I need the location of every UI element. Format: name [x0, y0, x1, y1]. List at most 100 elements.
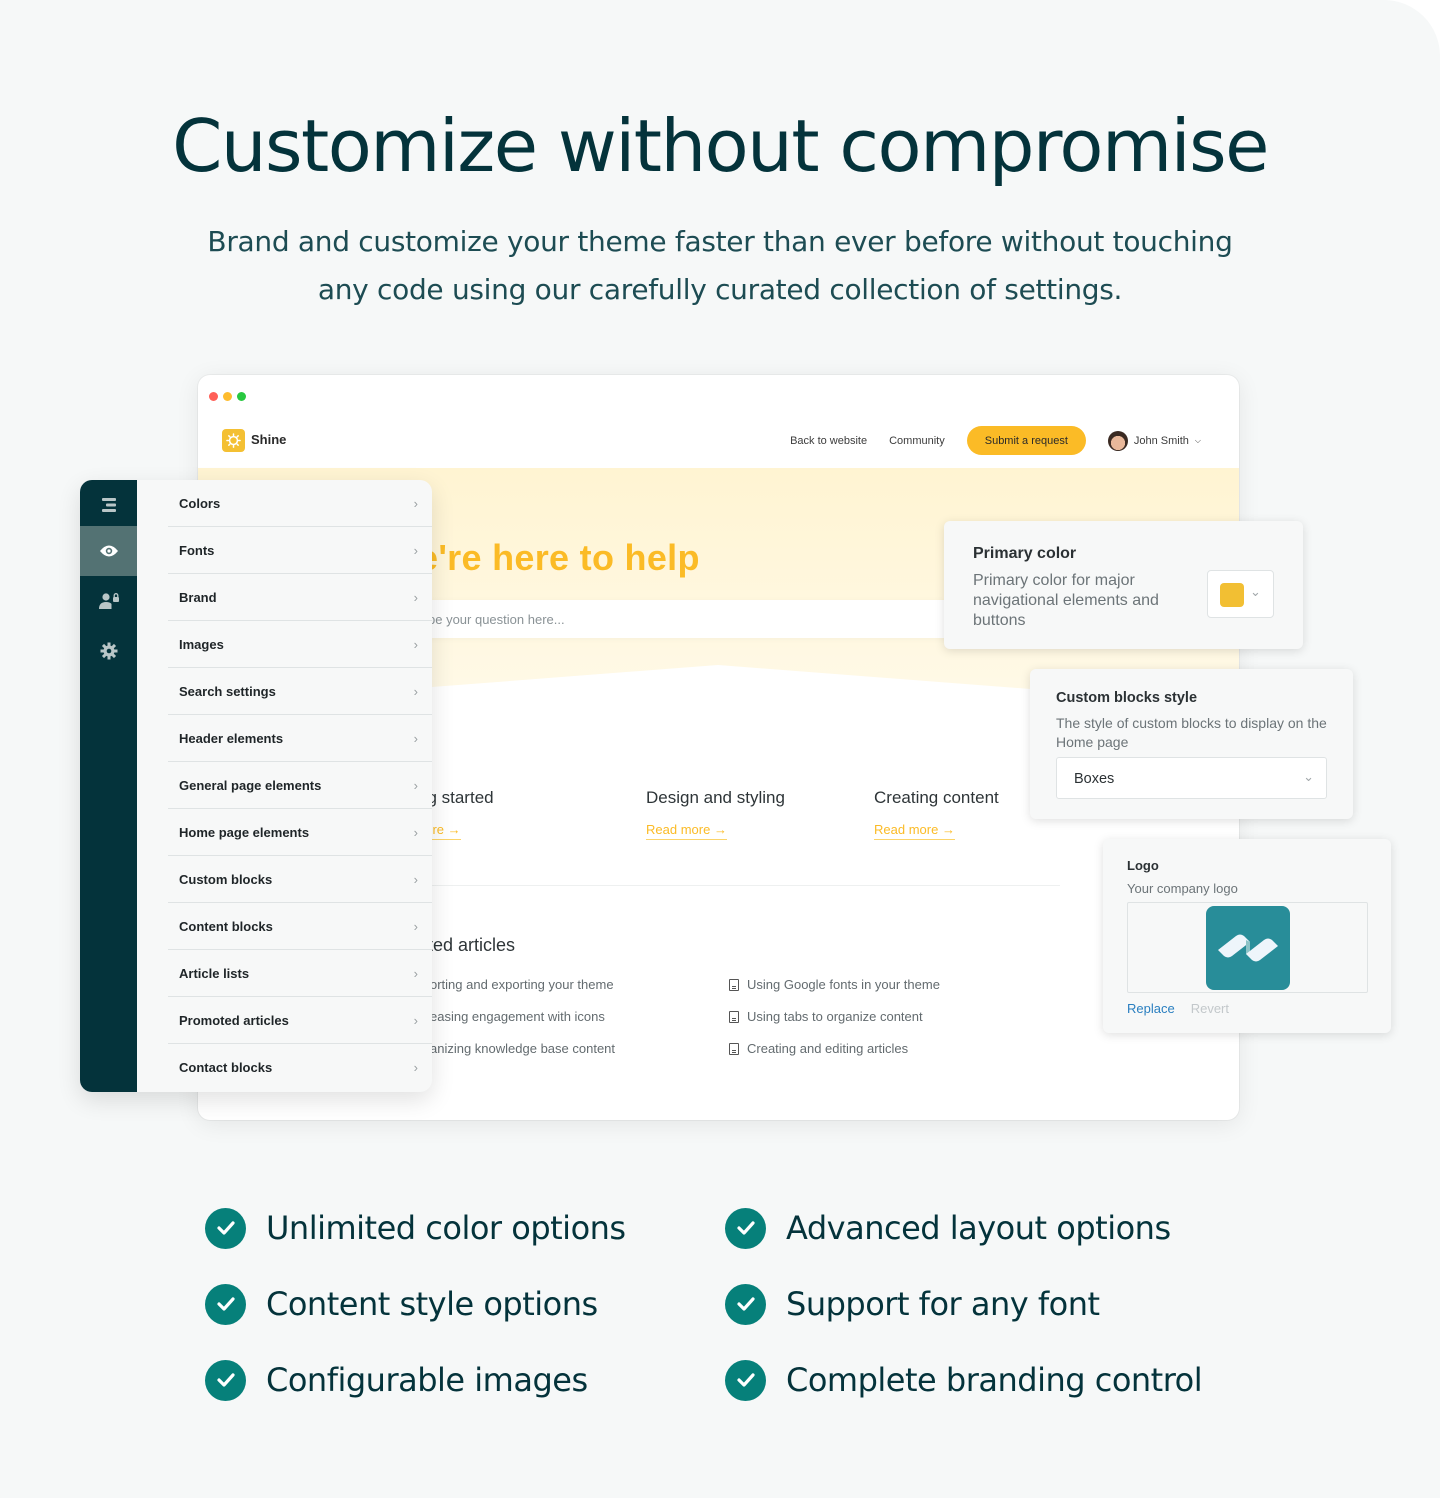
check-circle-icon [205, 1359, 246, 1401]
article-link[interactable]: anizing knowledge base content [430, 1041, 615, 1073]
chevron-right-icon: › [413, 683, 418, 699]
arrow-right-icon: → [447, 822, 461, 837]
revert-logo-link[interactable]: Revert [1191, 1001, 1229, 1016]
settings-menu-item[interactable]: Custom blocks › [168, 856, 432, 903]
color-swatch [1220, 583, 1244, 607]
user-name: John Smith [1133, 434, 1189, 447]
rail-item-permissions[interactable] [80, 576, 137, 626]
primary-color-picker[interactable]: ⌄ [1207, 570, 1274, 618]
help-search-input[interactable]: pe your question here... [398, 600, 958, 638]
document-icon [729, 1043, 739, 1055]
settings-menu-item[interactable]: Content blocks › [168, 903, 432, 950]
category-item: ng started nore → [418, 788, 646, 840]
read-more-link[interactable]: Read more → [646, 822, 727, 840]
logo-card: Logo Your company logo Replace Revert [1103, 839, 1391, 1033]
menu-item-label: Article lists [179, 965, 250, 981]
feature-item: Advanced layout options [725, 1207, 1245, 1249]
menu-item-label: Header elements [179, 730, 284, 746]
gear-icon [100, 642, 117, 660]
read-more-link[interactable]: Read more → [874, 822, 955, 840]
chevron-right-icon: › [413, 730, 418, 746]
article-link[interactable]: Creating and editing articles [729, 1041, 940, 1073]
chevron-right-icon: › [413, 777, 418, 793]
read-more-label: Read more [874, 822, 939, 837]
settings-menu-item[interactable]: Search settings › [168, 668, 432, 715]
menu-item-label: Content blocks [179, 918, 273, 934]
minimize-dot[interactable] [223, 392, 232, 401]
chevron-down-icon: ⌄ [1250, 584, 1261, 599]
subtitle-line: Brand and customize your theme faster th… [207, 225, 1233, 258]
article-link[interactable]: orting and exporting your theme [430, 977, 615, 1009]
arrow-right-icon: → [713, 822, 727, 837]
chevron-right-icon: › [413, 495, 418, 511]
settings-menu-item[interactable]: Images › [168, 621, 432, 668]
search-placeholder: pe your question here... [428, 612, 565, 627]
brand-name[interactable]: Shine [251, 432, 286, 447]
category-list: ng started nore → Design and styling Rea… [418, 788, 1102, 840]
article-link[interactable]: easing engagement with icons [430, 1009, 615, 1041]
promoted-articles-left: orting and exporting your theme easing e… [430, 977, 615, 1073]
submit-request-button[interactable]: Submit a request [966, 426, 1086, 455]
chevron-right-icon: › [413, 636, 418, 652]
settings-rail [80, 480, 137, 1092]
feature-label: Unlimited color options [266, 1209, 626, 1247]
settings-menu-item[interactable]: Article lists › [168, 950, 432, 997]
card-description: Your company logo [1127, 881, 1238, 896]
chevron-right-icon: › [413, 589, 418, 605]
card-title: Logo [1127, 858, 1159, 873]
user-menu[interactable]: John Smith ⌵ [1107, 430, 1201, 451]
read-more-label: Read more [646, 822, 711, 837]
feature-item: Configurable images [205, 1359, 725, 1401]
menu-item-label: Promoted articles [179, 1012, 289, 1028]
category-title[interactable]: ng started [418, 788, 646, 808]
rail-item-sections[interactable] [80, 480, 137, 530]
custom-blocks-style-card: Custom blocks style The style of custom … [1030, 669, 1353, 819]
window-controls [209, 392, 246, 401]
chevron-right-icon: › [413, 871, 418, 887]
site-nav: Back to website Community Submit a reque… [790, 426, 1201, 455]
settings-menu-item[interactable]: Fonts › [168, 527, 432, 574]
feature-label: Configurable images [266, 1361, 588, 1399]
settings-menu-item[interactable]: Promoted articles › [168, 997, 432, 1044]
sun-gear-icon[interactable] [222, 429, 245, 452]
settings-menu-item[interactable]: Contact blocks › [168, 1044, 432, 1091]
promoted-articles-right: Using Google fonts in your theme Using t… [729, 977, 940, 1073]
category-title[interactable]: Design and styling [646, 788, 874, 808]
settings-menu-item[interactable]: Brand › [168, 574, 432, 621]
logo-actions: Replace Revert [1127, 1001, 1229, 1016]
feature-label: Content style options [266, 1285, 598, 1323]
back-to-website-link[interactable]: Back to website [790, 435, 867, 447]
card-title: Primary color [973, 545, 1077, 562]
custom-blocks-style-select[interactable]: Boxes ⌄ [1056, 757, 1327, 799]
settings-menu: Colors › Fonts › Brand › Images › Search setting… [168, 480, 432, 1091]
feature-label: Complete branding control [786, 1361, 1203, 1399]
article-link[interactable]: Using Google fonts in your theme [729, 977, 940, 1009]
settings-menu-item[interactable]: General page elements › [168, 762, 432, 809]
settings-menu-item[interactable]: Colors › [168, 480, 432, 527]
maximize-dot[interactable] [237, 392, 246, 401]
rail-item-appearance[interactable] [80, 526, 137, 576]
menu-item-label: Contact blocks [179, 1060, 273, 1075]
chevron-right-icon: › [413, 965, 418, 981]
close-dot[interactable] [209, 392, 218, 401]
menu-item-label: Colors [179, 495, 221, 511]
rail-item-settings[interactable] [80, 626, 137, 676]
promoted-articles-title: oted articles [418, 935, 516, 955]
settings-menu-item[interactable]: Header elements › [168, 715, 432, 762]
menu-item-label: General page elements [179, 777, 322, 793]
replace-logo-link[interactable]: Replace [1127, 1001, 1175, 1016]
card-title: Custom blocks style [1056, 690, 1198, 706]
page-background: Customize without compromise Brand and c… [0, 0, 1440, 1498]
chevron-down-icon: ⌄ [1303, 769, 1314, 784]
chevron-right-icon: › [413, 824, 418, 840]
user-lock-icon [98, 593, 119, 609]
menu-item-label: Home page elements [179, 824, 310, 840]
check-circle-icon [725, 1283, 766, 1325]
eye-icon [99, 545, 118, 557]
chevron-right-icon: › [413, 918, 418, 934]
article-title: Using Google fonts in your theme [747, 977, 940, 992]
settings-menu-item[interactable]: Home page elements › [168, 809, 432, 856]
selected-value: Boxes [1074, 771, 1115, 787]
community-link[interactable]: Community [889, 435, 945, 447]
article-link[interactable]: Using tabs to organize content [729, 1009, 940, 1041]
